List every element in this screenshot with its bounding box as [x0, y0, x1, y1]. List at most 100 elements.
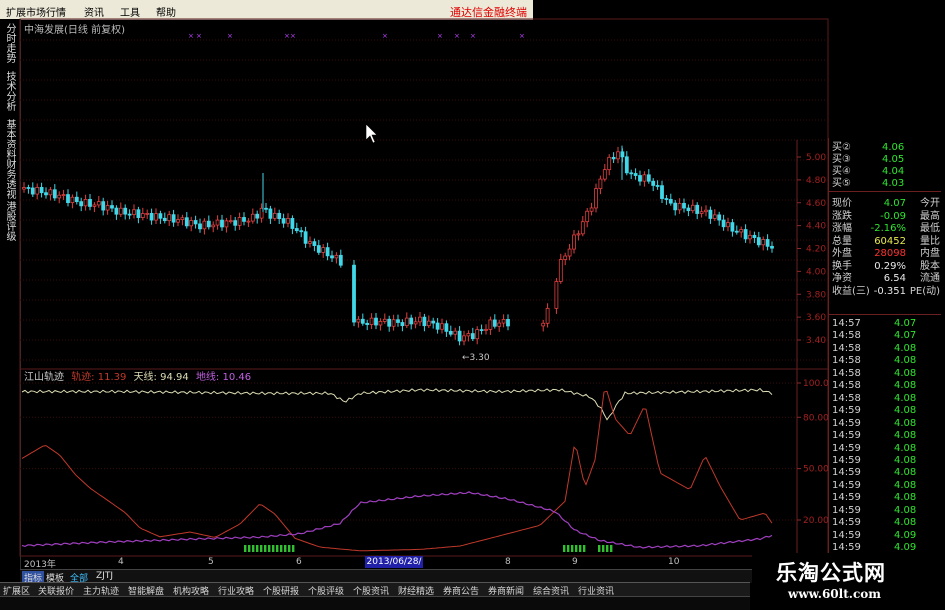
bid-row: 买② 4.06: [832, 142, 940, 154]
quote-label-right: 今开: [920, 198, 940, 209]
quote-label: 总量: [832, 235, 852, 247]
signal-marker: ×: [196, 32, 202, 40]
price-tick-label: 4.80: [806, 176, 826, 186]
quote-row: 外盘 28098 内盘: [832, 248, 940, 260]
quote-value: -0.351: [873, 285, 906, 297]
indicator-tick-label: 50.00: [803, 465, 829, 475]
signal-marker: ×: [454, 32, 460, 40]
bid-label: 买④: [832, 166, 851, 177]
tick-price: 4.08: [894, 367, 917, 379]
quote-label: 涨幅: [832, 223, 852, 234]
quote-row: 涨幅 -2.16% 最低: [832, 223, 940, 235]
tick-time: 14:59: [832, 517, 861, 529]
watermark-url: www.60lt.com: [788, 587, 881, 601]
tick-price: 4.08: [894, 504, 917, 516]
indicator-tick-label: 20.00: [803, 516, 829, 526]
tick-row: 14:59 4.08: [832, 480, 940, 492]
tick-price: 4.08: [894, 417, 917, 429]
bid-label: 买③: [832, 154, 851, 165]
x-label-4: 4: [118, 557, 124, 567]
bid-row: 买⑤ 4.03: [832, 178, 940, 190]
indicator-gridlines: [20, 382, 797, 521]
quote-label-right: 流通: [920, 273, 940, 284]
indicator-title: 江山轨迹 轨迹: 11.39 天线: 94.94 地线: 10.46: [24, 368, 251, 383]
tick-price: 4.08: [894, 342, 917, 354]
tick-time: 14:59: [832, 479, 861, 491]
price-axis: 5.00 4.80 4.60 4.40 4.20 4.00 3.80 3.60 3.40: [796, 140, 826, 369]
tick-time: 14:59: [832, 504, 861, 516]
tick-row: 14:59 4.08: [832, 430, 940, 442]
tick-row: 14:59 4.08: [832, 517, 940, 529]
bid-price: 4.06: [882, 142, 905, 153]
quote-label-right: 内盘: [920, 248, 940, 259]
tab-zjtj[interactable]: ZJTJ: [96, 571, 113, 581]
low-price-annotation: ←3.30: [462, 353, 490, 363]
tick-row: 14:58 4.08: [832, 380, 940, 392]
tick-time: 14:59: [832, 405, 861, 417]
quote-label-right: PE(动): [909, 285, 940, 297]
trajectory-line: [21, 390, 773, 552]
tick-price: 4.08: [894, 405, 917, 417]
tick-time: 14:59: [832, 529, 861, 541]
bid-price: 4.04: [882, 166, 905, 177]
tick-time: 14:58: [832, 392, 861, 404]
tick-price: 4.08: [894, 430, 917, 442]
signal-marker: ×: [290, 32, 296, 40]
tick-time: 14:57: [832, 318, 861, 329]
bid-price: 4.03: [882, 178, 905, 189]
quote-label-right: 量比: [920, 235, 940, 247]
indicator-tick-label: 80.00: [803, 413, 829, 423]
tick-price: 4.08: [894, 442, 917, 454]
tick-row: 14:58 4.08: [832, 393, 940, 405]
function-bar: 扩展区 关联报价 主力轨迹 智能解盘 机构攻略 行业攻略 个股研报 个股评级 个股资讯 财经精选券…: [0, 582, 750, 597]
candlesticks: [22, 145, 774, 346]
tick-time: 14:59: [832, 467, 861, 479]
quote-label-right: 最高: [920, 210, 940, 222]
price-tick-label: 5.00: [806, 153, 826, 163]
tick-row: 14:58 4.08: [832, 368, 940, 380]
price-tick-label: 3.40: [806, 336, 826, 346]
tick-price: 4.07: [894, 318, 917, 329]
quote-label: 收益(三): [832, 285, 870, 297]
price-tick-label: 3.60: [806, 313, 826, 323]
tick-price: 4.08: [894, 355, 917, 367]
signal-marker: ×: [437, 32, 443, 40]
tick-time: 14:59: [832, 442, 861, 454]
tick-row: 14:59 4.08: [832, 505, 940, 517]
quote-row: 收益(三) -0.351 PE(动): [832, 286, 940, 298]
tick-row: 14:58 4.07: [832, 330, 940, 342]
sky-value: 天线: 94.94: [133, 372, 189, 383]
template-tab-strip: 指标 模板 全部 ZJTJ: [20, 569, 768, 584]
quote-value: 6.54: [883, 273, 906, 284]
quote-row: 总量 60452 量比: [832, 236, 940, 248]
quote-label-right: 股本: [920, 260, 940, 272]
x-label-10: 10: [668, 557, 680, 567]
quote-label: 现价: [832, 198, 852, 209]
signal-marker: ×: [382, 32, 388, 40]
signal-marker: ×: [519, 32, 525, 40]
ground-value: 地线: 10.46: [195, 372, 252, 383]
tick-row: 14:57 4.07: [832, 318, 940, 330]
tick-time: 14:58: [832, 380, 861, 392]
price-tick-label: 4.20: [806, 245, 826, 255]
cursor-date-tag: 2013/06/28/五: [365, 556, 423, 579]
tick-row: 14:59 4.09: [832, 530, 940, 542]
tick-row: 14:59 4.08: [832, 418, 940, 430]
tick-time: 14:58: [832, 342, 861, 354]
tick-row: 14:59 4.08: [832, 443, 940, 455]
quote-row: 换手 0.29% 股本: [832, 261, 940, 273]
kline-chart[interactable]: × × × × × × × × × × ←3.30 5.004.804.604.404.204.0…: [0, 0, 945, 609]
bid-label: 买②: [832, 142, 851, 153]
tick-price: 4.07: [894, 330, 917, 342]
sky-line: [21, 387, 773, 421]
mouse-cursor-icon: [365, 123, 378, 144]
signal-marker: ×: [284, 32, 290, 40]
quote-row: 现价 4.07 今开: [832, 198, 940, 210]
x-label-6: 6: [296, 557, 302, 567]
bid-label: 买⑤: [832, 178, 851, 189]
x-label-8: 8: [505, 557, 511, 567]
quote-label: 净资: [832, 273, 852, 284]
price-tick-label: 3.80: [806, 290, 826, 300]
tick-time: 14:59: [832, 430, 861, 442]
tick-time: 14:59: [832, 417, 861, 429]
